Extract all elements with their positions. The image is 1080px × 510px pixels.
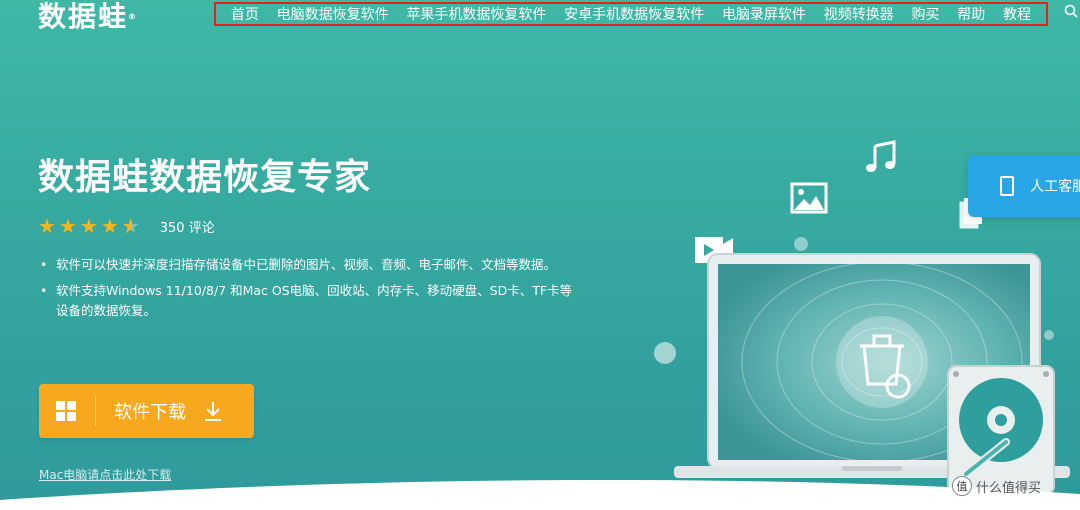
customer-service-label: 人工客服 bbox=[1030, 179, 1080, 195]
image-icon bbox=[790, 182, 828, 214]
star-icon: ★ bbox=[100, 214, 119, 238]
logo[interactable]: 数据蛙® bbox=[38, 0, 138, 34]
download-button[interactable]: 软件下载 bbox=[39, 384, 254, 438]
top-bar: 数据蛙® 首页 电脑数据恢复软件 苹果手机数据恢复软件 安卓手机数据恢复软件 电… bbox=[0, 0, 1080, 34]
main-nav: 首页 电脑数据恢复软件 苹果手机数据恢复软件 安卓手机数据恢复软件 电脑录屏软件… bbox=[214, 2, 1048, 26]
music-note-icon bbox=[866, 140, 896, 172]
nav-item-video-converter[interactable]: 视频转换器 bbox=[824, 4, 894, 24]
star-icon: ★ bbox=[38, 214, 56, 238]
decor-bubble bbox=[794, 237, 808, 251]
windows-icon bbox=[56, 401, 76, 421]
watermark-badge-icon: 值 bbox=[952, 476, 972, 496]
star-icon: ★ bbox=[79, 214, 98, 238]
nav-item-tutorial[interactable]: 教程 bbox=[1003, 4, 1031, 24]
download-arrow-icon bbox=[205, 402, 221, 421]
watermark-text: 什么值得买 bbox=[976, 480, 1042, 496]
half-star-icon: ★ ★ bbox=[121, 214, 140, 238]
bullet-dot: • bbox=[40, 257, 48, 272]
download-label: 软件下载 bbox=[114, 402, 186, 423]
nav-item-pc-recovery[interactable]: 电脑数据恢复软件 bbox=[277, 4, 389, 24]
list-item: • 软件可以快速并深度扫描存储设备中已删除的图片、视频、音频、电子邮件、文档等数据… bbox=[40, 255, 580, 275]
list-item: • 软件支持Windows 11/10/8/7 和Mac OS电脑、回收站、内存卡… bbox=[40, 281, 580, 321]
nav-item-home[interactable]: 首页 bbox=[231, 4, 259, 24]
feature-text: 软件可以快速并深度扫描存储设备中已删除的图片、视频、音频、电子邮件、文档等数据。 bbox=[56, 257, 557, 272]
logo-registered-mark: ® bbox=[128, 12, 139, 21]
rating: ★ ★ ★ ★ ★ ★ 350 评论 bbox=[38, 216, 215, 236]
site-watermark: 值 什么值得买 bbox=[952, 476, 1041, 496]
phone-icon bbox=[1000, 176, 1014, 196]
star-icon: ★ bbox=[58, 214, 77, 238]
nav-item-buy[interactable]: 购买 bbox=[911, 4, 939, 24]
feature-list: • 软件可以快速并深度扫描存储设备中已删除的图片、视频、音频、电子邮件、文档等数据… bbox=[40, 255, 580, 327]
customer-service-button[interactable]: 人工客服 bbox=[968, 155, 1080, 217]
page-title: 数据蛙数据恢复专家 bbox=[38, 157, 372, 198]
search-icon[interactable] bbox=[1064, 4, 1078, 18]
button-divider bbox=[95, 396, 96, 426]
nav-item-android-recovery[interactable]: 安卓手机数据恢复软件 bbox=[564, 4, 704, 24]
nav-item-iphone-recovery[interactable]: 苹果手机数据恢复软件 bbox=[406, 4, 546, 24]
feature-text: 软件支持Windows 11/10/8/7 和Mac OS电脑、回收站、内存卡、… bbox=[56, 283, 573, 318]
nav-item-screen-recorder[interactable]: 电脑录屏软件 bbox=[722, 4, 806, 24]
review-count: 350 评论 bbox=[159, 220, 215, 236]
bullet-dot: • bbox=[40, 283, 48, 298]
logo-text: 数据蛙 bbox=[38, 0, 129, 33]
nav-item-help[interactable]: 帮助 bbox=[957, 4, 985, 24]
bottom-wave bbox=[0, 479, 1080, 510]
